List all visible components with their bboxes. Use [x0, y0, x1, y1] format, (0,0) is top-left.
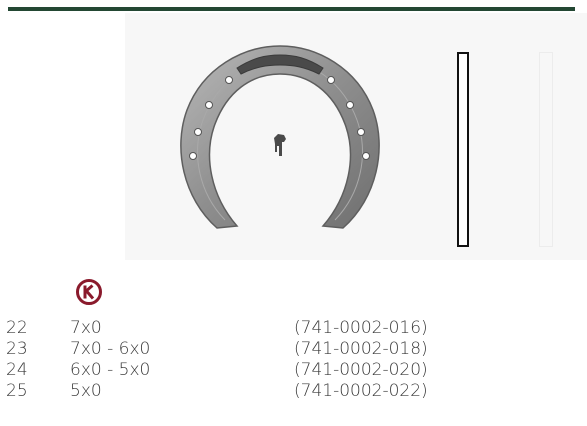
horseshoe-image — [180, 45, 380, 229]
nail-size: 7x0 — [70, 318, 102, 338]
size-number: 24 — [6, 360, 28, 380]
nail-size: 5x0 — [70, 381, 102, 401]
nail-size: 6x0 - 5x0 — [70, 360, 151, 380]
size-number: 25 — [6, 381, 28, 401]
side-profile-ghost-outline — [539, 52, 553, 247]
size-table: 22 7x0 (741-0002-016) 23 7x0 - 6x0 (741-… — [6, 318, 576, 402]
size-row: 25 5x0 (741-0002-022) — [6, 381, 576, 402]
size-row: 22 7x0 (741-0002-016) — [6, 318, 576, 339]
circled-k-logo — [76, 279, 102, 305]
header-accent-bar — [8, 7, 575, 11]
side-profile-outline — [457, 52, 469, 247]
part-number: (741-0002-016) — [294, 318, 428, 338]
nail-size: 7x0 - 6x0 — [70, 339, 151, 359]
part-number: (741-0002-018) — [294, 339, 428, 359]
size-row: 24 6x0 - 5x0 (741-0002-020) — [6, 360, 576, 381]
part-number: (741-0002-020) — [294, 360, 428, 380]
size-number: 23 — [6, 339, 28, 359]
size-row: 23 7x0 - 6x0 (741-0002-018) — [6, 339, 576, 360]
size-number: 22 — [6, 318, 28, 338]
part-number: (741-0002-022) — [294, 381, 428, 401]
